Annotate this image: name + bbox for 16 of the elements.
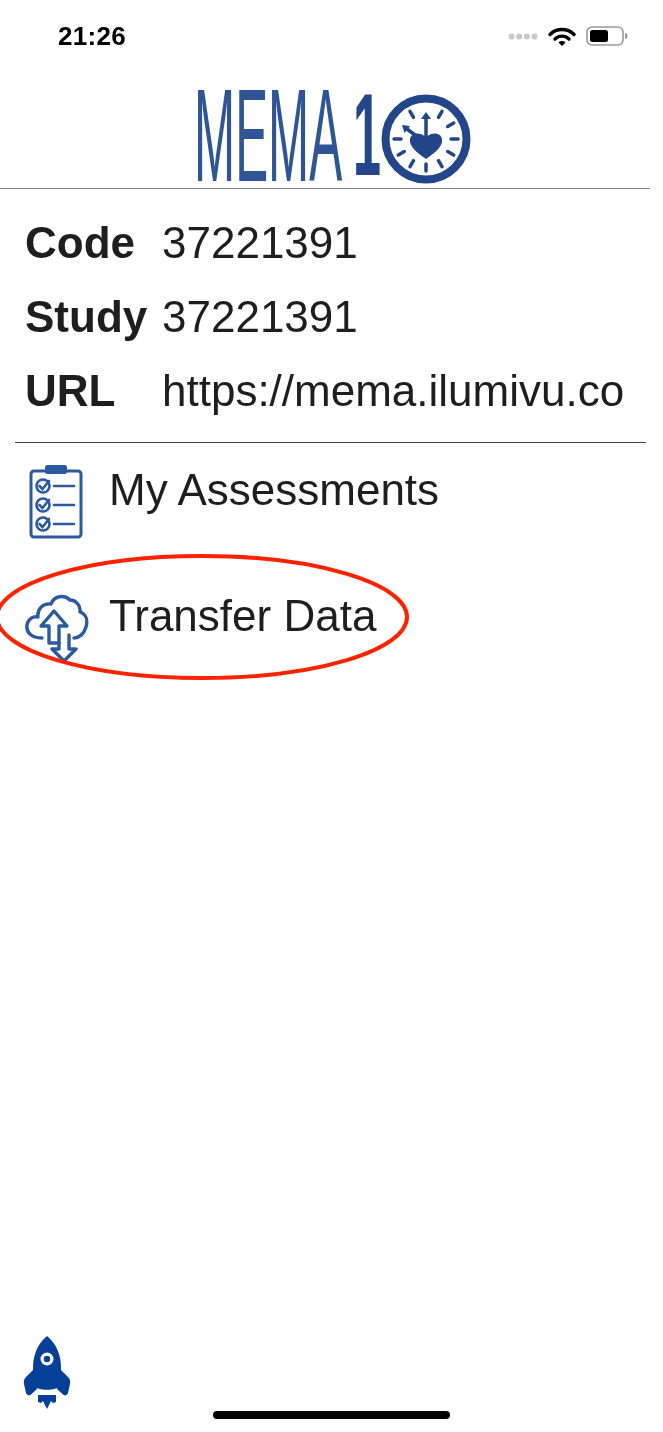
- field-label: Code: [25, 217, 135, 269]
- field-label: URL: [25, 365, 116, 417]
- field-value: 37221391: [162, 217, 358, 269]
- battery-icon: [586, 26, 628, 46]
- rocket-icon[interactable]: [23, 1336, 71, 1410]
- signal-icon: [508, 32, 538, 40]
- wifi-icon: [548, 26, 576, 46]
- field-value: 37221391: [162, 291, 358, 343]
- status-time: 21:26: [58, 20, 126, 52]
- field-value: https://mema.ilumivu.co: [162, 365, 625, 417]
- logo-digit: 1: [353, 92, 381, 178]
- checklist-clipboard-icon: [29, 465, 83, 539]
- logo-wordmark: MEMA: [194, 82, 343, 189]
- menu-item[interactable]: My Assessments: [15, 465, 440, 539]
- menu-item[interactable]: Transfer Data: [15, 591, 377, 663]
- field-label: Study: [25, 291, 148, 343]
